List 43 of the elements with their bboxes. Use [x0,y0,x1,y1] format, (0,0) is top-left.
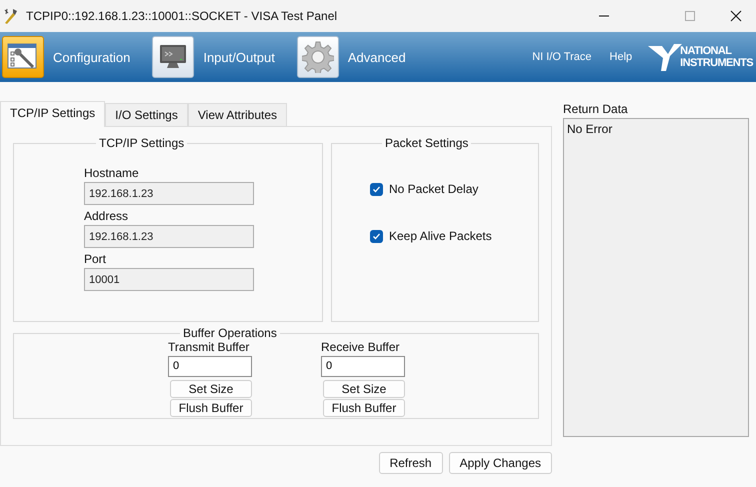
close-icon[interactable] [730,10,742,22]
input-field[interactable]: 0 [168,356,252,377]
group-title: Packet Settings [384,136,470,150]
toolbar-label[interactable]: Configuration [53,50,130,64]
action-button[interactable]: Refresh [378,452,443,474]
input-field[interactable]: 10001 [84,268,254,291]
check-icon [372,232,381,240]
toolbar-button[interactable] [152,36,194,78]
tab[interactable]: I/O Settings [105,103,188,126]
return-data-text: No Error [567,122,612,136]
toolbar-button[interactable] [2,36,44,78]
menu-link[interactable]: Help [610,51,632,63]
menu-link[interactable]: NI I/O Trace [532,51,592,63]
checkbox-label[interactable]: No Packet Delay [389,182,478,196]
toolbar-label[interactable]: Input/Output [203,50,275,64]
gear-icon [302,41,334,73]
input-field[interactable]: 192.168.1.23 [84,225,254,248]
tab[interactable]: View Attributes [188,103,288,126]
field-label: Hostname [84,166,140,180]
checkbox[interactable] [370,182,383,196]
logo-text: INSTRUMENTS [680,57,753,69]
window-title: TCPIP0::192.168.1.23::10001::SOCKET - VISA Test Panel [26,9,338,23]
tab[interactable]: TCP/IP Settings [0,101,106,127]
return-data-label: Return Data [563,102,629,116]
input-field[interactable]: 0 [321,356,405,377]
action-button[interactable]: Apply Changes [448,452,552,474]
check-icon [372,184,381,194]
checkbox[interactable] [370,230,383,242]
field-label: Transmit Buffer [168,340,250,354]
input-field[interactable]: 192.168.1.23 [84,182,254,205]
field-label: Port [84,252,108,266]
buffer-button[interactable]: Set Size [170,380,252,398]
buffer-button[interactable]: Flush Buffer [323,398,405,417]
logo-text: NATIONAL [680,45,733,57]
buffer-button[interactable]: Flush Buffer [170,398,252,417]
group-title: TCP/IP Settings [98,136,186,150]
buffer-button[interactable]: Set Size [323,380,405,398]
group-title: Buffer Operations [182,326,278,340]
toolbar-label[interactable]: Advanced [348,50,406,64]
checkbox-label[interactable]: Keep Alive Packets [389,229,492,243]
field-label: Address [84,209,130,223]
app-icon [4,8,18,24]
field-label: Receive Buffer [321,340,400,354]
